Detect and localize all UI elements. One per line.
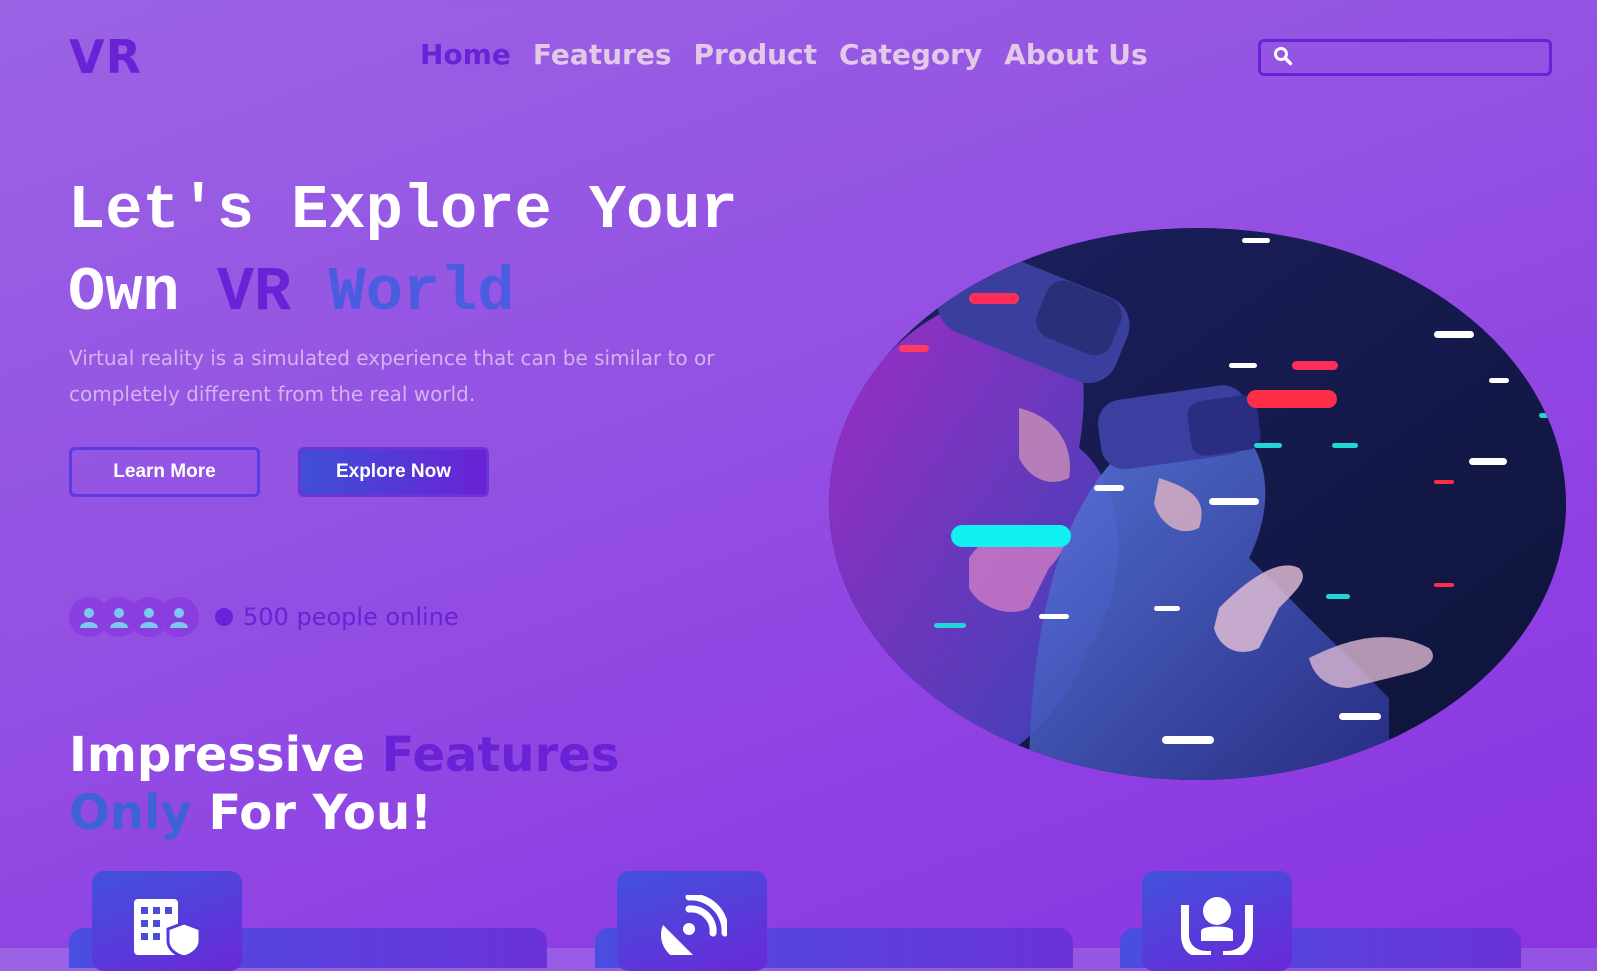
- explore-now-button[interactable]: Explore Now: [298, 447, 489, 497]
- satellite-dish-icon: [657, 893, 729, 971]
- online-dot-icon: [215, 608, 233, 626]
- hero-title-vr: VR: [216, 257, 292, 328]
- hero-title-world: World: [328, 257, 515, 328]
- building-shield-icon: [132, 895, 202, 971]
- learn-more-button[interactable]: Learn More: [69, 447, 260, 497]
- online-status: 500 people online: [69, 597, 459, 637]
- search-box[interactable]: [1258, 39, 1552, 76]
- nav-product[interactable]: Product: [694, 38, 818, 71]
- hero-title: Let's Explore Your Own VR World: [68, 170, 738, 334]
- nav-home[interactable]: Home: [420, 38, 511, 71]
- user-icon: [159, 597, 199, 637]
- features-heading: Impressive Features Only For You!: [69, 726, 619, 842]
- hero-image: [829, 228, 1566, 780]
- feature-card-icon-box: [92, 871, 242, 971]
- online-count: 500 people online: [243, 603, 459, 631]
- features-heading-impressive: Impressive: [69, 727, 365, 783]
- nav-about-us[interactable]: About Us: [1004, 38, 1147, 71]
- search-input[interactable]: [1301, 41, 1549, 74]
- features-heading-features: Features: [381, 727, 620, 783]
- features-heading-for-you: For You!: [208, 785, 433, 841]
- feature-card-icon-box: [617, 871, 767, 971]
- nav-category[interactable]: Category: [839, 38, 982, 71]
- hands-holding-person-icon: [1177, 895, 1257, 971]
- nav-features[interactable]: Features: [533, 38, 672, 71]
- search-icon[interactable]: [1273, 46, 1293, 70]
- hero-description: Virtual reality is a simulated experienc…: [69, 346, 715, 406]
- feature-card-icon-box: [1142, 871, 1292, 971]
- brand-logo[interactable]: VR: [69, 30, 142, 84]
- features-heading-only: Only: [69, 785, 192, 841]
- hero-title-line1: Let's Explore Your: [68, 175, 738, 246]
- hero-title-own: Own: [68, 257, 180, 328]
- main-nav: Home Features Product Category About Us: [420, 38, 1148, 71]
- avatar-group: [69, 597, 199, 637]
